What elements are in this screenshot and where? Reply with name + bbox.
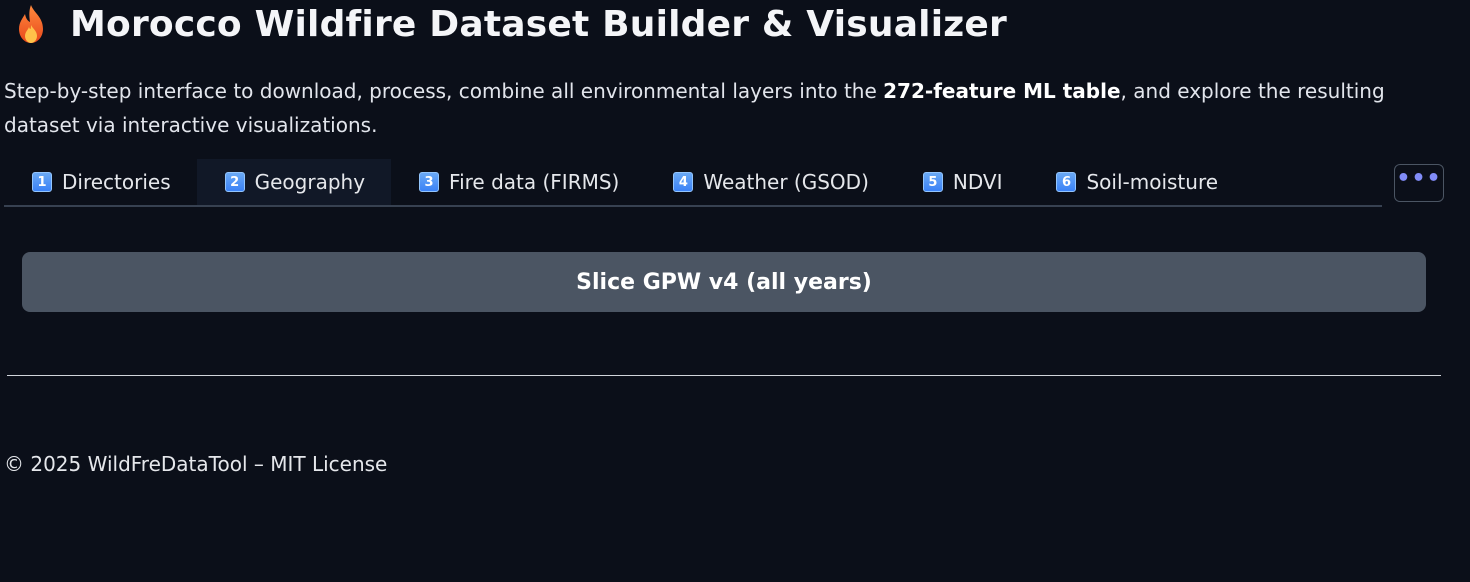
number-4-icon: 4 <box>673 172 694 192</box>
divider <box>7 375 1441 376</box>
tab-label: Geography <box>254 170 366 194</box>
description-text-start: Step-by-step interface to download, proc… <box>4 79 884 103</box>
number-1-icon: 1 <box>32 172 52 192</box>
ellipsis-icon: ••• <box>1396 166 1442 191</box>
tab-bar: 1 Directories 2 Geography 3 Fire data (F… <box>4 159 1382 207</box>
page-description: Step-by-step interface to download, proc… <box>4 74 1456 142</box>
number-6-icon: 6 <box>1056 172 1077 192</box>
tab-directories[interactable]: 1 Directories <box>4 159 197 205</box>
description-highlight: 272-feature ML table <box>883 79 1121 103</box>
tab-ndvi[interactable]: 5 NDVI <box>895 159 1029 205</box>
number-3-icon: 3 <box>419 172 440 192</box>
tab-label: Directories <box>62 170 171 194</box>
tab-geography[interactable]: 2 Geography <box>196 159 392 205</box>
tab-label: Weather (GSOD) <box>703 170 869 194</box>
slice-gpw-button[interactable]: Slice GPW v4 (all years) <box>22 252 1426 312</box>
tab-label: Soil-moisture <box>1086 170 1219 194</box>
footer-copyright: © 2025 WildFreDataTool – MIT License <box>4 452 388 476</box>
tab-label: NDVI <box>952 170 1003 194</box>
header: Morocco Wildfire Dataset Builder & Visua… <box>12 0 1007 48</box>
number-5-icon: 5 <box>922 172 943 192</box>
more-tabs-button[interactable]: ••• <box>1394 164 1444 202</box>
tab-soil-moisture[interactable]: 6 Soil-moisture <box>1028 159 1244 205</box>
tab-fire-data[interactable]: 3 Fire data (FIRMS) <box>391 159 645 205</box>
page-title: Morocco Wildfire Dataset Builder & Visua… <box>70 3 1007 45</box>
tab-label: Fire data (FIRMS) <box>449 170 620 194</box>
number-2-icon: 2 <box>224 172 245 192</box>
page: Morocco Wildfire Dataset Builder & Visua… <box>0 0 1470 582</box>
tab-weather[interactable]: 4 Weather (GSOD) <box>645 159 895 205</box>
flame-icon <box>19 5 43 43</box>
